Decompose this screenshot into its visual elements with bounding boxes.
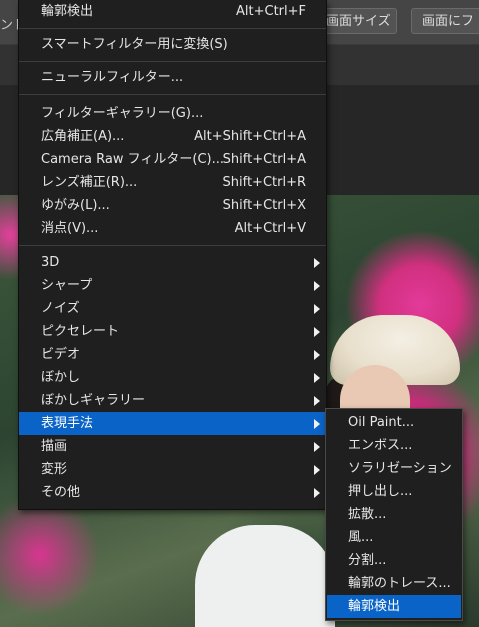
submenu-item-wind[interactable]: 風... [327,526,461,549]
submenu-arrow-icon [314,419,320,429]
options-bar-text: ンド [0,18,18,33]
menu-item-neural-filters[interactable]: ニューラルフィルター... [19,66,326,89]
menu-item-distort[interactable]: 変形 [19,458,326,481]
submenu-item-emboss[interactable]: エンボス... [327,434,461,457]
menu-item-adaptive-wide-angle[interactable]: 広角補正(A)... Alt+Shift+Ctrl+A [19,125,326,148]
menu-item-shortcut: Shift+Ctrl+X [222,198,306,213]
submenu-item-label: 分割... [348,553,387,568]
submenu-arrow-icon [314,327,320,337]
menu-item-other[interactable]: その他 [19,481,326,504]
submenu-item-label: 輪郭検出 [348,599,401,614]
menu-item-render[interactable]: 描画 [19,435,326,458]
submenu-item-label: 風... [348,530,374,545]
menu-item-label: 表現手法 [41,416,94,431]
menu-item-label: 消点(V)... [41,221,99,236]
stylize-submenu: Oil Paint... エンボス... ソラリゼーション 押し出し... 拡散… [325,408,463,621]
menu-item-label: シャープ [41,278,93,293]
menu-separator [19,28,326,29]
menu-item-label: レンズ補正(R)... [41,175,138,190]
menu-item-filter-gallery[interactable]: フィルターギャラリー(G)... [19,102,326,125]
submenu-item-extrude[interactable]: 押し出し... [327,480,461,503]
filter-menu: 輪郭検出 Alt+Ctrl+F スマートフィルター用に変換(S) ニューラルフィ… [18,0,327,510]
menu-item-convert-smart-filter[interactable]: スマートフィルター用に変換(S) [19,33,326,56]
menu-separator [19,61,326,62]
submenu-item-tiles[interactable]: 分割... [327,549,461,572]
menu-item-pixelate[interactable]: ピクセレート [19,320,326,343]
menu-item-label: 変形 [41,462,68,477]
menu-item-stylize[interactable]: 表現手法 [19,412,326,435]
menu-item-lens-correction[interactable]: レンズ補正(R)... Shift+Ctrl+R [19,171,326,194]
menu-item-shortcut: Shift+Ctrl+R [222,175,307,190]
menu-item-label: ビデオ [41,347,81,362]
menu-separator [19,94,326,95]
menu-item-vanishing-point[interactable]: 消点(V)... Alt+Ctrl+V [19,217,326,240]
menu-item-last-filter[interactable]: 輪郭検出 Alt+Ctrl+F [19,0,326,23]
menu-separator [19,245,326,246]
submenu-item-label: Oil Paint... [348,415,415,430]
fit-screen-size-button[interactable]: 画面サイズ [315,8,397,34]
menu-item-label: ゆがみ(L)... [41,198,110,213]
submenu-item-label: 拡散... [348,507,387,522]
menu-item-blur-gallery[interactable]: ぼかしギャラリー [19,389,326,412]
menu-item-label: 輪郭検出 [41,4,94,19]
menu-item-label: 3D [41,255,60,270]
submenu-arrow-icon [314,488,320,498]
menu-item-label: 描画 [41,439,68,454]
submenu-item-label: ソラリゼーション [348,461,452,476]
menu-item-liquify[interactable]: ゆがみ(L)... Shift+Ctrl+X [19,194,326,217]
menu-item-label: ぼかしギャラリー [41,393,146,408]
menu-item-label: ぼかし [41,370,81,385]
menu-item-camera-raw-filter[interactable]: Camera Raw フィルター(C)... Shift+Ctrl+A [19,148,326,171]
submenu-item-trace-contour[interactable]: 輪郭のトレース... [327,572,461,595]
menu-item-label: ノイズ [41,301,80,316]
menu-item-label: その他 [41,485,81,500]
menu-item-label: Camera Raw フィルター(C)... [41,152,224,167]
menu-item-video[interactable]: ビデオ [19,343,326,366]
menu-item-shortcut: Alt+Shift+Ctrl+A [194,129,306,144]
menu-item-blur[interactable]: ぼかし [19,366,326,389]
menu-item-label: スマートフィルター用に変換(S) [41,37,228,52]
menu-item-label: ニューラルフィルター... [41,70,184,85]
menu-item-label: 広角補正(A)... [41,129,125,144]
menu-item-label: ピクセレート [41,324,120,339]
submenu-item-solarize[interactable]: ソラリゼーション [327,457,461,480]
menu-item-shortcut: Alt+Ctrl+V [234,221,306,236]
menu-item-noise[interactable]: ノイズ [19,297,326,320]
menu-item-sharpen[interactable]: シャープ [19,274,326,297]
submenu-item-label: 輪郭のトレース... [348,576,451,591]
menu-item-shortcut: Alt+Ctrl+F [236,4,306,19]
submenu-arrow-icon [314,465,320,475]
submenu-arrow-icon [314,258,320,268]
submenu-item-label: 押し出し... [348,484,413,499]
photo-dress [195,525,335,627]
submenu-arrow-icon [314,442,320,452]
submenu-item-diffuse[interactable]: 拡散... [327,503,461,526]
menu-item-shortcut: Shift+Ctrl+A [222,152,306,167]
menu-item-label: フィルターギャラリー(G)... [41,106,204,121]
submenu-item-find-edges[interactable]: 輪郭検出 [327,595,461,618]
submenu-arrow-icon [314,373,320,383]
submenu-item-label: エンボス... [348,438,413,453]
submenu-item-oil-paint[interactable]: Oil Paint... [327,411,461,434]
fill-screen-button[interactable]: 画面にフ [411,8,479,34]
submenu-arrow-icon [314,396,320,406]
menu-item-3d[interactable]: 3D [19,251,326,274]
submenu-arrow-icon [314,350,320,360]
submenu-arrow-icon [314,304,320,314]
submenu-arrow-icon [314,281,320,291]
